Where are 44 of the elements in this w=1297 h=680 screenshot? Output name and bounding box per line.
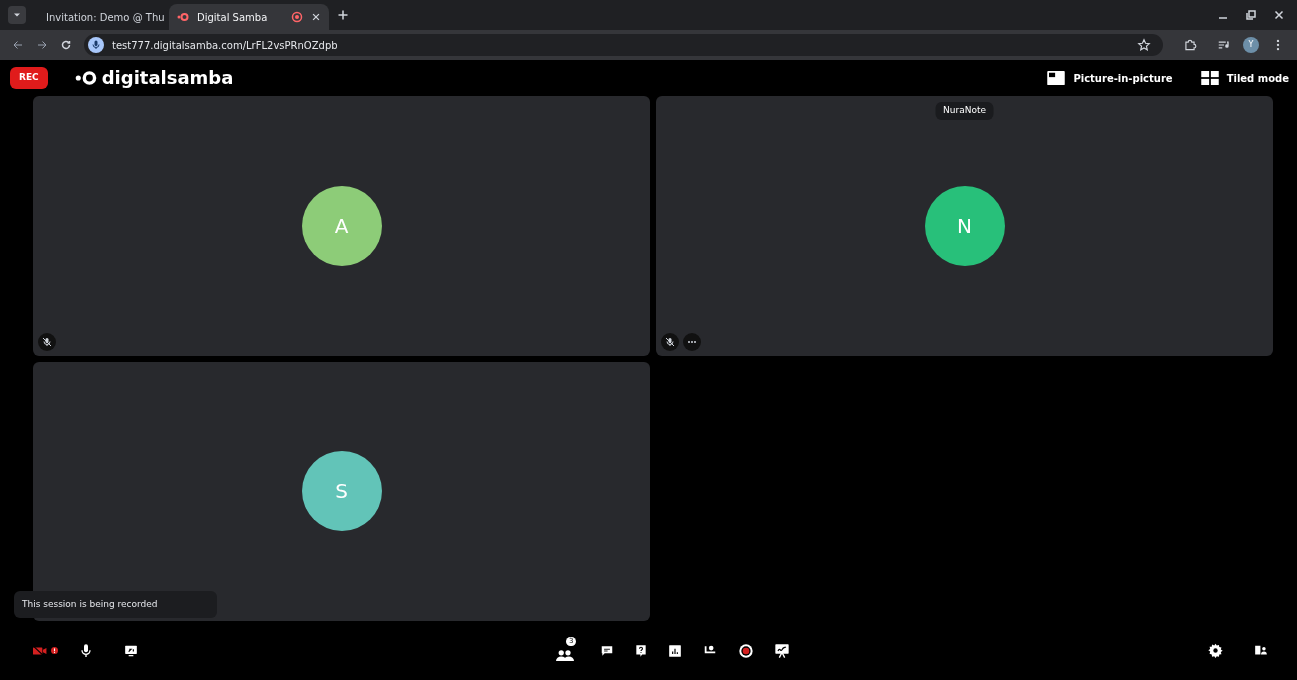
more-icon[interactable] [683, 332, 701, 351]
chat-icon[interactable] [600, 643, 614, 658]
logo-text: digitalsamba [101, 69, 234, 87]
grid-icon [1200, 71, 1219, 85]
browser-tab[interactable]: Invitation: Demo @ Thu [30, 4, 165, 30]
camera-off-icon [33, 645, 47, 656]
recording-notice: This session is being recorded [14, 590, 217, 618]
microphone-icon[interactable] [78, 642, 94, 659]
dropdown-icon[interactable] [8, 6, 26, 24]
camera-button[interactable] [33, 645, 58, 656]
poll-icon[interactable] [668, 643, 682, 658]
reload-icon[interactable] [60, 39, 72, 51]
close-icon[interactable] [1273, 9, 1285, 21]
logo-icon [73, 69, 98, 87]
new-tab-icon[interactable] [337, 9, 349, 21]
tab-title: Invitation: Demo @ Thu [46, 10, 165, 25]
address-bar[interactable]: test777.digitalsamba.com/LrFL2vsPRnOZdpb [84, 34, 1163, 56]
side-panel-icon[interactable] [1253, 643, 1269, 658]
screen-share-icon[interactable] [124, 643, 138, 658]
question-icon[interactable] [634, 643, 648, 658]
avatar: S [301, 451, 382, 532]
avatar: N [924, 185, 1005, 266]
logo-icon [177, 11, 189, 23]
browser-tab[interactable]: Digital Samba [169, 4, 329, 30]
participant-name: NuraNote [935, 102, 994, 120]
tab-title: Digital Samba [197, 10, 269, 25]
picture-in-picture-button[interactable]: Picture-in-picture [1047, 70, 1173, 86]
restore-icon[interactable] [1245, 9, 1257, 21]
record-icon[interactable] [738, 642, 754, 659]
avatar: A [301, 185, 382, 266]
alert-icon [51, 647, 58, 654]
rec-badge: REC [10, 67, 48, 89]
star-icon[interactable] [1137, 38, 1151, 52]
recording-icon [291, 11, 303, 23]
back-icon[interactable] [12, 39, 24, 51]
close-icon[interactable] [311, 12, 321, 22]
forward-icon[interactable] [36, 39, 48, 51]
url-text: test777.digitalsamba.com/LrFL2vsPRnOZdpb [112, 38, 339, 53]
tiled-mode-button[interactable]: Tiled mode [1200, 70, 1289, 86]
picture-in-picture-icon [1047, 71, 1066, 85]
settings-icon[interactable] [1208, 643, 1223, 658]
microphone-icon [88, 37, 104, 53]
puzzle-icon[interactable] [1183, 38, 1197, 52]
whiteboard-icon[interactable] [774, 642, 790, 659]
